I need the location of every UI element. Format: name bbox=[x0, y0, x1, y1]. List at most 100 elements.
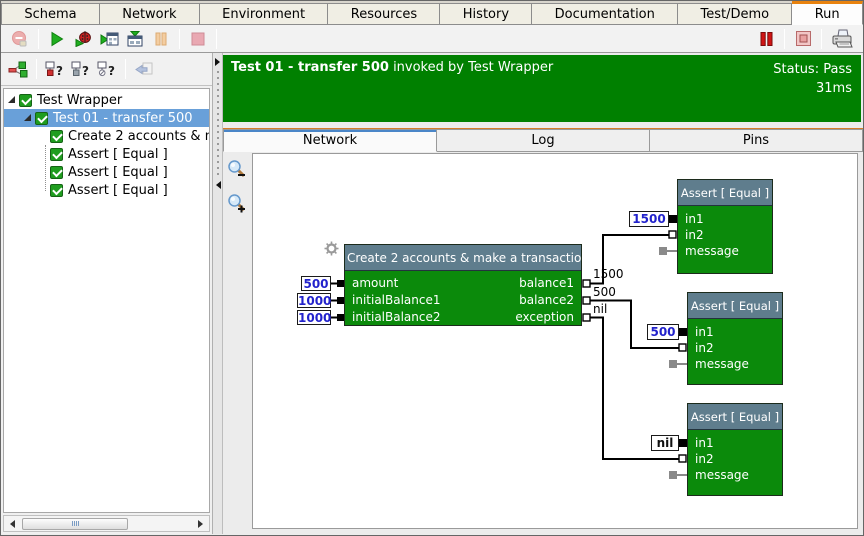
tab-result-pins[interactable]: Pins bbox=[650, 129, 863, 152]
status-badge: Status: Pass bbox=[773, 60, 852, 79]
query-skipped-button[interactable]: ? bbox=[94, 57, 120, 81]
checkbox-icon[interactable] bbox=[19, 94, 32, 107]
tree-item-label: Create 2 accounts & m bbox=[68, 129, 210, 144]
collapse-left-icon[interactable] bbox=[216, 181, 221, 189]
content-split: ? ? ? bbox=[1, 53, 863, 534]
value-box-initialBalance1[interactable]: 1000 bbox=[297, 293, 331, 308]
tab-resources[interactable]: Resources bbox=[328, 3, 440, 25]
tab-history[interactable]: History bbox=[440, 3, 532, 25]
port-balance2[interactable] bbox=[583, 297, 590, 304]
input-pin-label: amount bbox=[352, 275, 398, 292]
tree-item-assert-3[interactable]: Assert [ Equal ] bbox=[4, 181, 209, 199]
print-button[interactable] bbox=[827, 27, 857, 51]
output-pin-label: balance2 bbox=[519, 292, 574, 309]
value-box-assert2-in1[interactable]: 500 bbox=[647, 324, 679, 340]
panel-splitter[interactable] bbox=[213, 53, 223, 534]
zoom-out-button[interactable] bbox=[225, 156, 249, 182]
tree-item-assert-2[interactable]: Assert [ Equal ] bbox=[4, 163, 209, 181]
tree-horizontal-scrollbar[interactable] bbox=[3, 515, 210, 532]
node-assert-1[interactable]: Assert [ Equal ] in1 in2 message bbox=[677, 179, 773, 274]
tree-item-test-01[interactable]: Test 01 - transfer 500 bbox=[4, 109, 209, 127]
tab-test-demo[interactable]: Test/Demo bbox=[678, 3, 792, 25]
port-assert2-in2[interactable] bbox=[679, 344, 686, 351]
query-failed-red-button[interactable]: ? bbox=[42, 57, 68, 81]
checkbox-icon[interactable] bbox=[50, 130, 63, 143]
tree-item-create-accounts[interactable]: Create 2 accounts & m bbox=[4, 127, 209, 145]
gear-icon[interactable] bbox=[324, 241, 339, 256]
checkbox-icon[interactable] bbox=[50, 184, 63, 197]
value-box-amount[interactable]: 500 bbox=[301, 276, 331, 291]
main-tabbar: Schema Network Environment Resources His… bbox=[1, 1, 863, 25]
tab-environment[interactable]: Environment bbox=[200, 3, 329, 25]
zoom-in-button[interactable] bbox=[225, 190, 249, 216]
tab-run[interactable]: Run bbox=[792, 1, 863, 25]
network-nodes-icon bbox=[8, 61, 28, 78]
stop-updates-button[interactable] bbox=[790, 27, 816, 51]
pause-button-disabled[interactable] bbox=[148, 27, 174, 51]
tree-item-assert-1[interactable]: Assert [ Equal ] bbox=[4, 145, 209, 163]
port-assert1-message[interactable] bbox=[659, 247, 667, 255]
input-pin-label: in2 bbox=[688, 340, 782, 356]
port-amount[interactable] bbox=[337, 280, 344, 287]
run-button[interactable] bbox=[44, 27, 70, 51]
checkbox-icon[interactable] bbox=[35, 112, 48, 125]
stop-button-disabled[interactable] bbox=[185, 27, 211, 51]
load-network-button[interactable] bbox=[122, 27, 148, 51]
port-assert2-in1[interactable] bbox=[679, 328, 687, 336]
port-assert3-message[interactable] bbox=[669, 471, 677, 479]
port-initialBalance1[interactable] bbox=[337, 297, 344, 304]
network-canvas[interactable]: Create 2 accounts & make a transaction a… bbox=[252, 153, 858, 529]
clear-results-button[interactable] bbox=[7, 27, 33, 51]
port-assert3-in1[interactable] bbox=[679, 439, 687, 447]
arrow-right-icon bbox=[198, 520, 203, 528]
scroll-left-button[interactable] bbox=[5, 517, 20, 530]
collapse-right-icon[interactable] bbox=[215, 58, 220, 66]
node-title: Create 2 accounts & make a transaction bbox=[345, 245, 581, 271]
input-pin-label: in1 bbox=[688, 435, 782, 451]
query-failed-red-icon: ? bbox=[45, 61, 65, 78]
checkbox-icon[interactable] bbox=[50, 148, 63, 161]
port-assert3-in2[interactable] bbox=[679, 455, 686, 462]
port-assert1-in1[interactable] bbox=[669, 215, 677, 223]
scroll-right-button[interactable] bbox=[193, 517, 208, 530]
debug-button[interactable] bbox=[70, 27, 96, 51]
tab-result-network[interactable]: Network bbox=[223, 129, 437, 152]
svg-text:?: ? bbox=[56, 64, 63, 78]
port-assert2-message[interactable] bbox=[669, 360, 677, 368]
tab-result-log[interactable]: Log bbox=[437, 129, 650, 152]
tree-item-label: Test 01 - transfer 500 bbox=[53, 111, 193, 126]
grip-dot bbox=[74, 521, 75, 526]
wire-label-balance1: 1500 bbox=[593, 268, 624, 281]
pause-updates-button[interactable] bbox=[753, 27, 779, 51]
toolbar-separator bbox=[125, 59, 126, 79]
run-panel: Test 01 - transfer 500 invoked by Test W… bbox=[223, 53, 863, 534]
checkbox-icon[interactable] bbox=[50, 166, 63, 179]
value-box-assert3-in1[interactable]: nil bbox=[651, 435, 679, 451]
toolbar-separator bbox=[784, 29, 785, 49]
port-balance1[interactable] bbox=[583, 280, 590, 287]
result-tabbar: Network Log Pins bbox=[223, 128, 863, 152]
expander-icon[interactable] bbox=[24, 114, 31, 121]
value-box-assert1-in1[interactable]: 1500 bbox=[629, 211, 669, 227]
node-assert-2[interactable]: Assert [ Equal ] in1 in2 message bbox=[687, 292, 783, 385]
input-pin-label: in1 bbox=[688, 324, 782, 340]
port-initialBalance2[interactable] bbox=[337, 314, 344, 321]
navigate-back-button[interactable] bbox=[131, 57, 157, 81]
node-assert-3[interactable]: Assert [ Equal ] in1 in2 message bbox=[687, 403, 783, 496]
run-network-button[interactable] bbox=[96, 27, 122, 51]
node-create-accounts[interactable]: Create 2 accounts & make a transaction a… bbox=[344, 244, 582, 326]
tab-network[interactable]: Network bbox=[100, 3, 200, 25]
node-row: initialBalance2 exception bbox=[345, 309, 581, 326]
port-exception[interactable] bbox=[583, 314, 590, 321]
tree-item-test-wrapper[interactable]: Test Wrapper bbox=[4, 91, 209, 109]
query-failed-gray-button[interactable]: ? bbox=[68, 57, 94, 81]
tab-documentation[interactable]: Documentation bbox=[532, 3, 678, 25]
query-failed-gray-icon: ? bbox=[71, 61, 91, 78]
network-nodes-button[interactable] bbox=[5, 57, 31, 81]
tab-schema[interactable]: Schema bbox=[1, 3, 100, 25]
port-assert1-in2[interactable] bbox=[669, 231, 676, 238]
expander-icon[interactable] bbox=[8, 96, 15, 103]
scrollbar-thumb[interactable] bbox=[22, 518, 128, 530]
grip-dot bbox=[76, 521, 77, 526]
value-box-initialBalance2[interactable]: 1000 bbox=[297, 310, 331, 325]
